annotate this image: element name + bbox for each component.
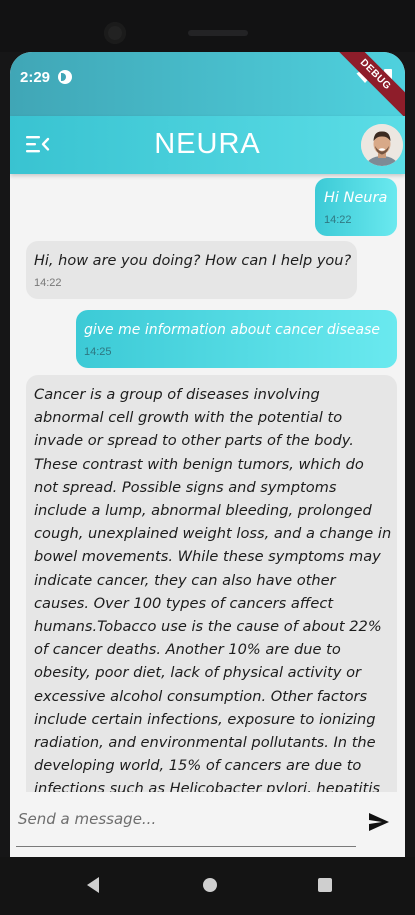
system-nav-bar: [0, 857, 415, 915]
phone-frame: 2:29 DEBUG NEURA Hi Neura 14:22 Hi, how …: [0, 0, 415, 915]
nav-recents-icon[interactable]: [318, 878, 332, 892]
status-time: 2:29: [20, 69, 51, 86]
nav-home-icon[interactable]: [203, 878, 217, 892]
message-time: 14:25: [84, 346, 112, 358]
send-icon[interactable]: [368, 812, 390, 832]
user-avatar[interactable]: [361, 124, 403, 166]
message-text: Cancer is a group of diseases involving …: [34, 386, 392, 792]
nav-back-icon[interactable]: [85, 876, 101, 894]
app-screen: 2:29 DEBUG NEURA Hi Neura 14:22 Hi, how …: [10, 52, 405, 857]
earpiece-speaker: [188, 30, 248, 36]
app-bar: NEURA: [10, 116, 405, 174]
message-text: Hi Neura: [324, 190, 388, 206]
message-text: Hi, how are you doing? How can I help yo…: [34, 253, 352, 269]
message-composer: [10, 792, 405, 857]
message-text: give me information about cancer disease: [84, 322, 381, 338]
front-camera: [104, 22, 126, 44]
message-time: 14:22: [34, 277, 62, 289]
phone-top-bezel: [0, 0, 415, 52]
user-message: Hi Neura 14:22: [315, 178, 397, 236]
avatar-photo: [361, 124, 403, 166]
user-message: give me information about cancer disease…: [76, 310, 397, 368]
status-bar: 2:29 DEBUG: [10, 52, 405, 124]
debug-banner: DEBUG: [326, 52, 405, 124]
bot-message: Hi, how are you doing? How can I help yo…: [26, 241, 357, 299]
chat-history[interactable]: Hi Neura 14:22 Hi, how are you doing? Ho…: [10, 174, 405, 792]
app-title: NEURA: [154, 128, 261, 160]
message-input[interactable]: [16, 804, 360, 834]
message-time: 14:22: [324, 214, 352, 226]
input-underline: [16, 846, 356, 847]
bot-message: Cancer is a group of diseases involving …: [26, 375, 397, 792]
app-notification-icon: [58, 70, 72, 84]
